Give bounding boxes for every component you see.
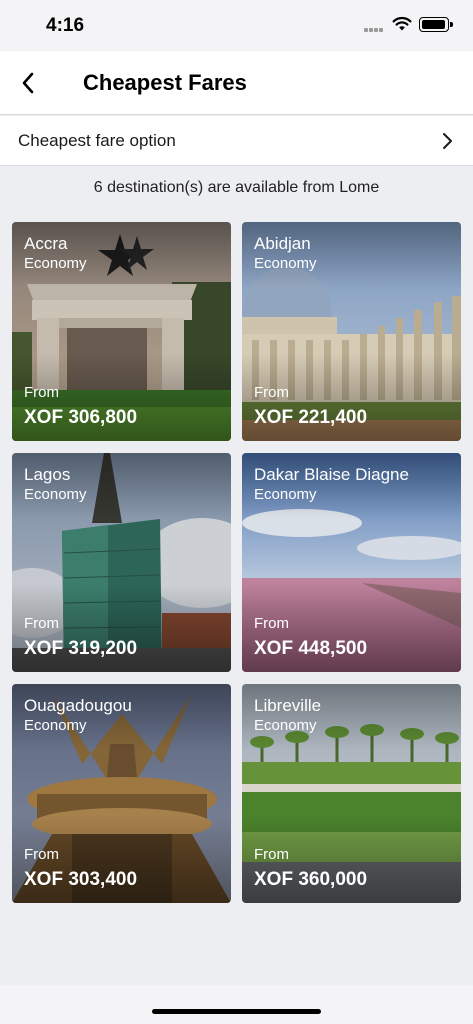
destination-city: Lagos [24,465,71,484]
cabin-class: Economy [254,486,317,503]
cabin-class: Economy [254,717,317,734]
cabin-class: Economy [24,255,87,272]
from-label: From [24,615,59,632]
availability-text: 6 destination(s) are available from Lome [93,179,380,196]
destination-city: Accra [24,234,68,253]
from-label: From [24,846,59,863]
wifi-icon [392,16,412,31]
destination-city: Abidjan [254,234,311,253]
chevron-left-icon [22,72,34,94]
back-button[interactable] [10,65,46,101]
cheapest-fare-option-row[interactable]: Cheapest fare option [0,116,473,166]
fare-price: XOF 360,000 [254,869,368,890]
battery-icon [419,17,453,32]
destination-card-ouagadougou[interactable]: Ouagadougou Economy From XOF 303,400 [12,684,231,903]
fare-price: XOF 319,200 [24,638,138,659]
destination-city: Libreville [254,696,322,715]
fare-price: XOF 303,400 [24,869,138,890]
destination-card-accra[interactable]: Accra Economy From XOF 306,800 [12,222,231,441]
destination-card-libreville[interactable]: Libreville Economy From XOF 360,000 [242,684,461,903]
home-indicator-area [0,985,473,1024]
destination-city: Dakar Blaise Diagne [254,465,409,484]
fare-price: XOF 306,800 [24,407,138,428]
cabin-class: Economy [254,255,317,272]
destination-city: Ouagadougou [24,696,132,715]
navigation-bar: Cheapest Fares [0,51,473,115]
cabin-class: Economy [24,486,87,503]
cellular-signal-icon [364,27,384,33]
page-title: Cheapest Fares [83,70,247,95]
cabin-class: Economy [24,717,87,734]
from-label: From [254,846,289,863]
destination-card-abidjan[interactable]: Abidjan Economy From XOF 221,400 [242,222,461,441]
from-label: From [254,615,289,632]
home-indicator[interactable] [152,1009,321,1014]
fare-price: XOF 448,500 [254,638,368,659]
status-bar: 4:16 [0,0,473,51]
status-time: 4:16 [46,15,85,36]
from-label: From [24,384,59,401]
option-label: Cheapest fare option [18,131,176,150]
chevron-right-icon [443,133,452,149]
destination-card-lagos[interactable]: Lagos Economy From XOF 319,200 [12,453,231,672]
destination-card-dakar[interactable]: Dakar Blaise Diagne Economy From XOF 448… [242,453,461,672]
fare-price: XOF 221,400 [254,407,368,428]
from-label: From [254,384,289,401]
